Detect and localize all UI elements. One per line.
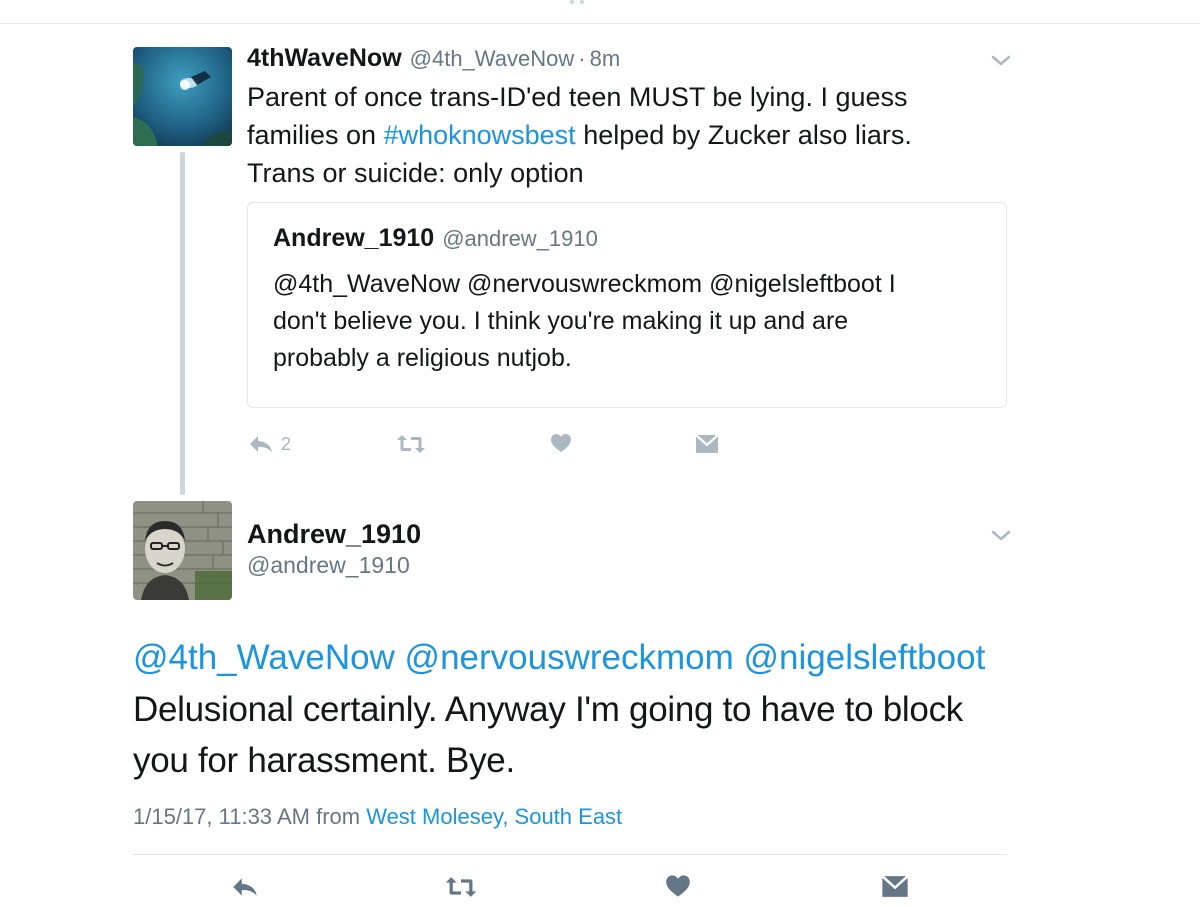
reply-count: 2 <box>281 433 292 454</box>
mention-links[interactable]: @4th_WaveNow @nervouswreckmom @nigelslef… <box>133 633 985 683</box>
avatar-andrew-1910[interactable] <box>133 501 232 600</box>
quoted-text-line: @4th_WaveNow @nervouswreckmom @nigelslef… <box>273 270 896 298</box>
envelope-icon <box>695 434 719 453</box>
hashtag-link[interactable]: #whoknowsbest <box>384 120 576 150</box>
quoted-author-handle: @andrew_1910 <box>442 226 598 251</box>
quoted-text-line: probably a religious nutjob. <box>273 344 572 372</box>
from-label: from <box>316 804 361 829</box>
thread-connector-line <box>180 152 185 495</box>
main-tweet-text: Delusional certainly. Anyway I'm going t… <box>133 684 993 786</box>
tweet-time-ago[interactable]: 8m <box>590 46 621 72</box>
top-grip-icon <box>570 0 584 4</box>
quoted-tweet-text: @4th_WaveNow @nervouswreckmom @nigelslef… <box>273 266 993 377</box>
tweet-text-line: Trans or suicide: only option <box>247 158 584 188</box>
quoted-text-line: don't believe you. I think you're making… <box>273 307 849 335</box>
envelope-icon <box>881 875 909 897</box>
top-divider <box>0 23 1200 24</box>
tweet-text-line: families on #whoknowsbest helped by Zuck… <box>247 120 912 150</box>
quoted-tweet-card[interactable]: Andrew_1910 @andrew_1910 @4th_WaveNow @n… <box>247 202 1007 408</box>
avatar-4thwavenow[interactable] <box>133 47 232 146</box>
tweet-meta: 1/15/17, 11:33 AM from West Molesey, Sou… <box>133 804 622 830</box>
dm-action[interactable] <box>695 434 719 454</box>
time-separator: · <box>578 46 586 71</box>
retweet-button[interactable] <box>444 875 478 899</box>
direct-message-button[interactable] <box>881 875 909 898</box>
quoted-author-name: Andrew_1910 <box>273 224 435 252</box>
retweet-icon <box>397 435 425 453</box>
tweet-text-line: you for harassment. Bye. <box>133 741 515 780</box>
main-author-display-name[interactable]: Andrew_1910 <box>247 519 421 550</box>
reply-icon <box>250 436 272 452</box>
chevron-down-icon[interactable] <box>990 529 1012 543</box>
retweet-action[interactable] <box>396 433 426 455</box>
actions-divider <box>133 854 1007 855</box>
tweet-text-line: Delusional certainly. Anyway I'm going t… <box>133 690 963 729</box>
location-link[interactable]: West Molesey, South East <box>366 804 622 829</box>
tweet-text-line: Parent of once trans-ID'ed teen MUST be … <box>247 82 908 112</box>
tweet-timestamp[interactable]: 1/15/17, 11:33 AM <box>133 804 310 829</box>
retweet-icon <box>445 877 477 897</box>
author-display-name[interactable]: 4thWaveNow <box>247 44 402 73</box>
reply-icon <box>233 878 257 896</box>
author-handle[interactable]: @4th_WaveNow <box>410 46 575 72</box>
heart-icon <box>666 875 690 897</box>
reply-button[interactable] <box>230 875 260 899</box>
like-button[interactable] <box>665 874 691 898</box>
heart-icon <box>551 434 571 452</box>
reply-action[interactable]: 2 <box>247 433 291 455</box>
main-author-handle[interactable]: @andrew_1910 <box>247 552 410 579</box>
parent-tweet-text: Parent of once trans-ID'ed teen MUST be … <box>247 78 987 192</box>
chevron-down-icon[interactable] <box>990 54 1012 68</box>
like-action[interactable] <box>550 433 572 453</box>
